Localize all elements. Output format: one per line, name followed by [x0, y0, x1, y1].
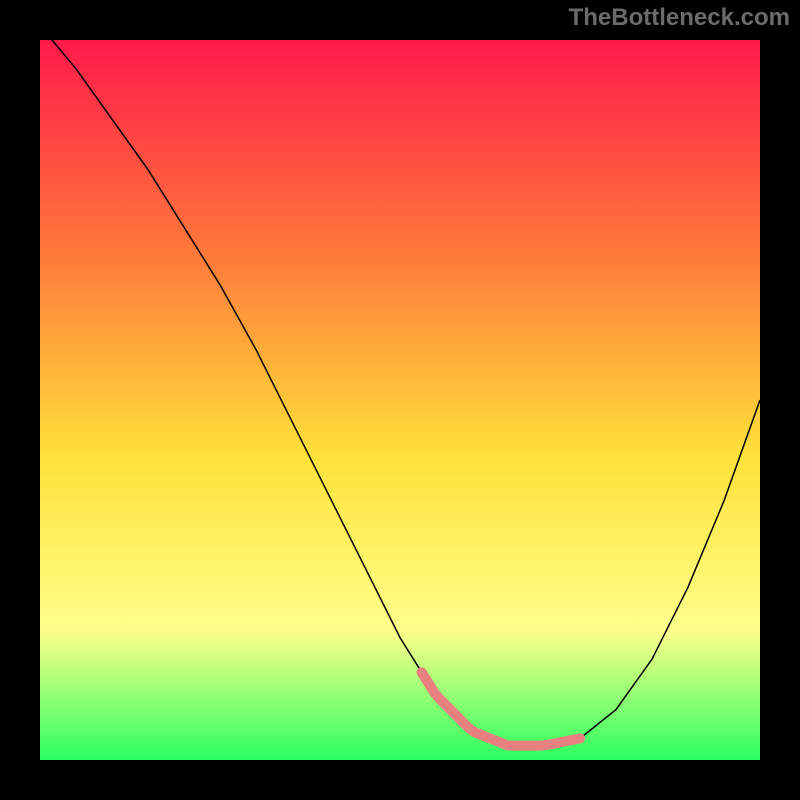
plot-background [40, 40, 760, 760]
plot-area [40, 40, 760, 760]
chart-frame: TheBottleneck.com [0, 0, 800, 800]
watermark-text: TheBottleneck.com [569, 4, 790, 32]
chart-svg [40, 40, 760, 760]
